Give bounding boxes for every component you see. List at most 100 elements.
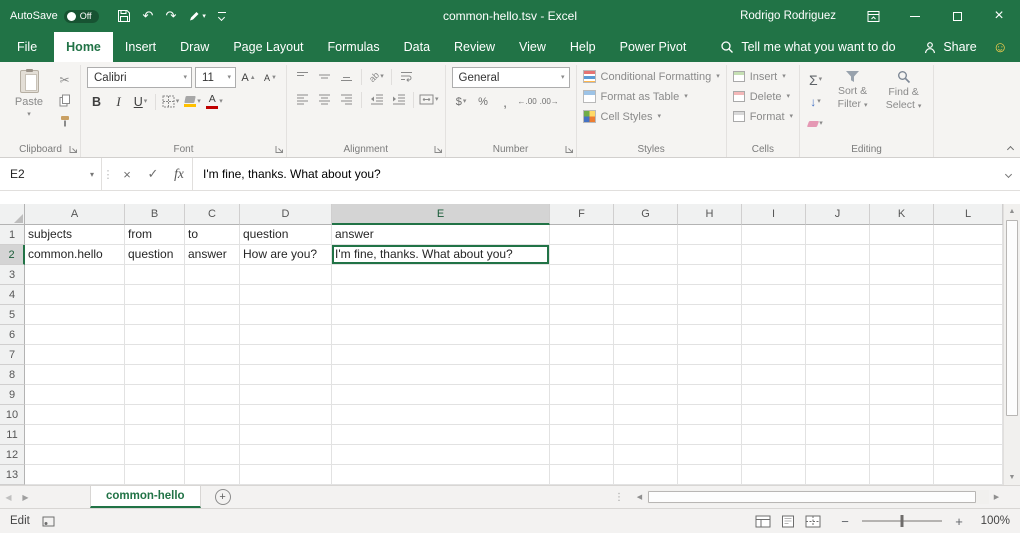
vertical-scroll-thumb[interactable] xyxy=(1006,220,1018,416)
cell-K3[interactable] xyxy=(870,265,934,285)
feedback-smiley-icon[interactable]: ☺ xyxy=(993,40,1008,55)
column-header-J[interactable]: J xyxy=(806,204,870,225)
tab-page-layout[interactable]: Page Layout xyxy=(221,32,315,62)
cell-K12[interactable] xyxy=(870,445,934,465)
align-left-button[interactable] xyxy=(293,90,312,109)
cell-A3[interactable] xyxy=(25,265,125,285)
cell-J3[interactable] xyxy=(806,265,870,285)
sheet-tab-common-hello[interactable]: common-hello xyxy=(90,486,201,508)
cell-G8[interactable] xyxy=(614,365,678,385)
cell-J7[interactable] xyxy=(806,345,870,365)
cell-D9[interactable] xyxy=(240,385,332,405)
column-header-D[interactable]: D xyxy=(240,204,332,225)
cell-H8[interactable] xyxy=(678,365,742,385)
cell-F5[interactable] xyxy=(550,305,614,325)
tab-power-pivot[interactable]: Power Pivot xyxy=(608,32,699,62)
cell-G5[interactable] xyxy=(614,305,678,325)
scroll-right-arrow-icon[interactable]: ▶ xyxy=(989,493,1004,501)
page-layout-view-button[interactable] xyxy=(779,514,797,529)
cell-J8[interactable] xyxy=(806,365,870,385)
cell-I11[interactable] xyxy=(742,425,806,445)
cell-C1[interactable]: to xyxy=(185,225,240,245)
cell-G3[interactable] xyxy=(614,265,678,285)
paste-button[interactable]: Paste ▾ xyxy=(7,67,51,118)
cell-H7[interactable] xyxy=(678,345,742,365)
vertical-scrollbar[interactable]: ▲ ▼ xyxy=(1003,204,1020,485)
cell-L12[interactable] xyxy=(934,445,1003,465)
cell-L9[interactable] xyxy=(934,385,1003,405)
formula-input[interactable]: I'm fine, thanks. What about you? xyxy=(192,158,996,190)
cell-L13[interactable] xyxy=(934,465,1003,485)
cell-D8[interactable] xyxy=(240,365,332,385)
cell-J5[interactable] xyxy=(806,305,870,325)
comma-style-button[interactable]: , xyxy=(496,92,515,111)
row-header-1[interactable]: 1 xyxy=(0,225,25,245)
cell-A11[interactable] xyxy=(25,425,125,445)
find-select-button[interactable]: Find & Select ▾ xyxy=(880,67,927,111)
cell-H11[interactable] xyxy=(678,425,742,445)
cell-G9[interactable] xyxy=(614,385,678,405)
row-header-2[interactable]: 2 xyxy=(0,245,25,265)
cell-D1[interactable]: question xyxy=(240,225,332,245)
column-header-C[interactable]: C xyxy=(185,204,240,225)
row-header-4[interactable]: 4 xyxy=(0,285,25,305)
cell-G11[interactable] xyxy=(614,425,678,445)
user-name[interactable]: Rodrigo Rodriguez xyxy=(740,10,836,22)
column-header-K[interactable]: K xyxy=(870,204,934,225)
cell-L5[interactable] xyxy=(934,305,1003,325)
tab-draw[interactable]: Draw xyxy=(168,32,221,62)
cell-L2[interactable] xyxy=(934,245,1003,265)
cell-B13[interactable] xyxy=(125,465,185,485)
cell-J9[interactable] xyxy=(806,385,870,405)
cell-F7[interactable] xyxy=(550,345,614,365)
cell-L8[interactable] xyxy=(934,365,1003,385)
cell-C11[interactable] xyxy=(185,425,240,445)
cell-E13[interactable] xyxy=(332,465,550,485)
row-header-8[interactable]: 8 xyxy=(0,365,25,385)
cell-B10[interactable] xyxy=(125,405,185,425)
accounting-format-button[interactable]: $▾ xyxy=(452,92,471,111)
cell-E10[interactable] xyxy=(332,405,550,425)
maximize-button[interactable] xyxy=(936,0,978,32)
cut-button[interactable]: ✂ xyxy=(55,70,74,89)
row-header-3[interactable]: 3 xyxy=(0,265,25,285)
row-header-12[interactable]: 12 xyxy=(0,445,25,465)
cell-styles-button[interactable]: Cell Styles ▾ xyxy=(583,107,720,126)
cell-E12[interactable] xyxy=(332,445,550,465)
cell-K11[interactable] xyxy=(870,425,934,445)
fill-button[interactable]: ↓▾ xyxy=(806,92,825,111)
undo-button[interactable]: ↶ xyxy=(137,3,160,29)
formula-bar-expand-button[interactable] xyxy=(996,158,1020,190)
cell-B7[interactable] xyxy=(125,345,185,365)
cell-H9[interactable] xyxy=(678,385,742,405)
page-break-preview-button[interactable] xyxy=(804,514,822,529)
cell-L6[interactable] xyxy=(934,325,1003,345)
scroll-down-arrow-icon[interactable]: ▼ xyxy=(1004,470,1020,485)
cell-E2[interactable]: I'm fine, thanks. What about you? xyxy=(332,245,550,265)
cell-H12[interactable] xyxy=(678,445,742,465)
increase-font-size-button[interactable]: A▲ xyxy=(239,68,258,87)
row-header-10[interactable]: 10 xyxy=(0,405,25,425)
cell-K9[interactable] xyxy=(870,385,934,405)
cell-K2[interactable] xyxy=(870,245,934,265)
cell-F13[interactable] xyxy=(550,465,614,485)
cell-D11[interactable] xyxy=(240,425,332,445)
bold-button[interactable]: B xyxy=(87,92,106,111)
cell-C4[interactable] xyxy=(185,285,240,305)
cell-I6[interactable] xyxy=(742,325,806,345)
cancel-button[interactable]: × xyxy=(114,158,140,190)
italic-button[interactable]: I xyxy=(109,92,128,111)
cell-K7[interactable] xyxy=(870,345,934,365)
align-right-button[interactable] xyxy=(337,90,356,109)
tell-me-search[interactable]: Tell me what you want to do xyxy=(720,32,895,62)
cell-B6[interactable] xyxy=(125,325,185,345)
cell-C2[interactable]: answer xyxy=(185,245,240,265)
format-painter-button[interactable] xyxy=(55,112,74,131)
zoom-level[interactable]: 100% xyxy=(976,515,1010,527)
cell-L7[interactable] xyxy=(934,345,1003,365)
copy-button[interactable] xyxy=(55,91,74,110)
cell-C7[interactable] xyxy=(185,345,240,365)
number-format-select[interactable]: General ▾ xyxy=(452,67,570,88)
minimize-button[interactable] xyxy=(894,0,936,32)
cell-F10[interactable] xyxy=(550,405,614,425)
